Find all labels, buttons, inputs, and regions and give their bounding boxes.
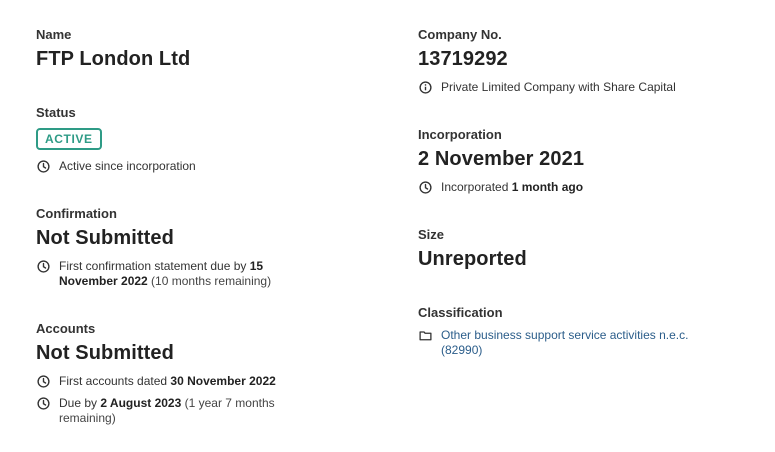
clock-icon — [37, 260, 50, 273]
incorporation-note-prefix: Incorporated — [441, 180, 512, 194]
confirmation-remaining: (10 months remaining) — [147, 274, 272, 288]
status-note-text: Active since incorporation — [59, 159, 196, 173]
folder-icon — [419, 331, 432, 341]
accounts-note-2-prefix: Due by — [59, 396, 101, 410]
accounts-due-date: 2 August 2023 — [100, 396, 182, 410]
incorporation-age: 1 month ago — [511, 180, 584, 194]
incorporation-note: Incorporated 1 month ago — [418, 180, 583, 195]
status-badge: ACTIVE — [36, 128, 102, 150]
accounts-note-1: First accounts dated 30 November 2022 — [36, 374, 276, 389]
confirmation-label: Confirmation — [36, 206, 117, 221]
accounts-note-2-text: Due by 2 August 2023 (1 year 7 months re… — [59, 396, 298, 426]
incorporation-date: 2 November 2021 — [418, 148, 585, 170]
company-number: 13719292 — [418, 48, 508, 70]
classification-link[interactable]: Other business support service activitie… — [441, 328, 708, 358]
company-type-note: Private Limited Company with Share Capit… — [418, 80, 676, 95]
clock-icon — [37, 160, 50, 173]
company-type-text: Private Limited Company with Share Capit… — [441, 80, 676, 94]
clock-icon — [37, 375, 50, 388]
confirmation-note-prefix: First confirmation statement due by — [59, 259, 250, 273]
clock-icon — [37, 397, 50, 410]
company-no-label: Company No. — [418, 27, 502, 42]
accounts-note-2: Due by 2 August 2023 (1 year 7 months re… — [36, 396, 298, 426]
accounts-value: Not Submitted — [36, 342, 174, 364]
accounts-dated: 30 November 2022 — [170, 374, 276, 388]
company-name: FTP London Ltd — [36, 48, 191, 70]
name-label: Name — [36, 27, 72, 42]
size-value: Unreported — [418, 248, 527, 270]
classification-item: Other business support service activitie… — [418, 328, 708, 358]
accounts-note-1-prefix: First accounts dated — [59, 374, 171, 388]
incorporation-label: Incorporation — [418, 127, 502, 142]
status-label: Status — [36, 105, 76, 120]
clock-icon — [419, 181, 432, 194]
accounts-note-1-text: First accounts dated 30 November 2022 — [59, 374, 276, 389]
accounts-label: Accounts — [36, 321, 96, 336]
confirmation-note: First confirmation statement due by 15 N… — [36, 259, 298, 289]
confirmation-note-text: First confirmation statement due by 15 N… — [59, 259, 298, 289]
status-note: Active since incorporation — [36, 159, 196, 174]
size-label: Size — [418, 227, 445, 242]
info-icon — [419, 81, 432, 94]
incorporation-note-text: Incorporated 1 month ago — [441, 180, 583, 195]
confirmation-value: Not Submitted — [36, 227, 174, 249]
classification-label: Classification — [418, 305, 503, 320]
